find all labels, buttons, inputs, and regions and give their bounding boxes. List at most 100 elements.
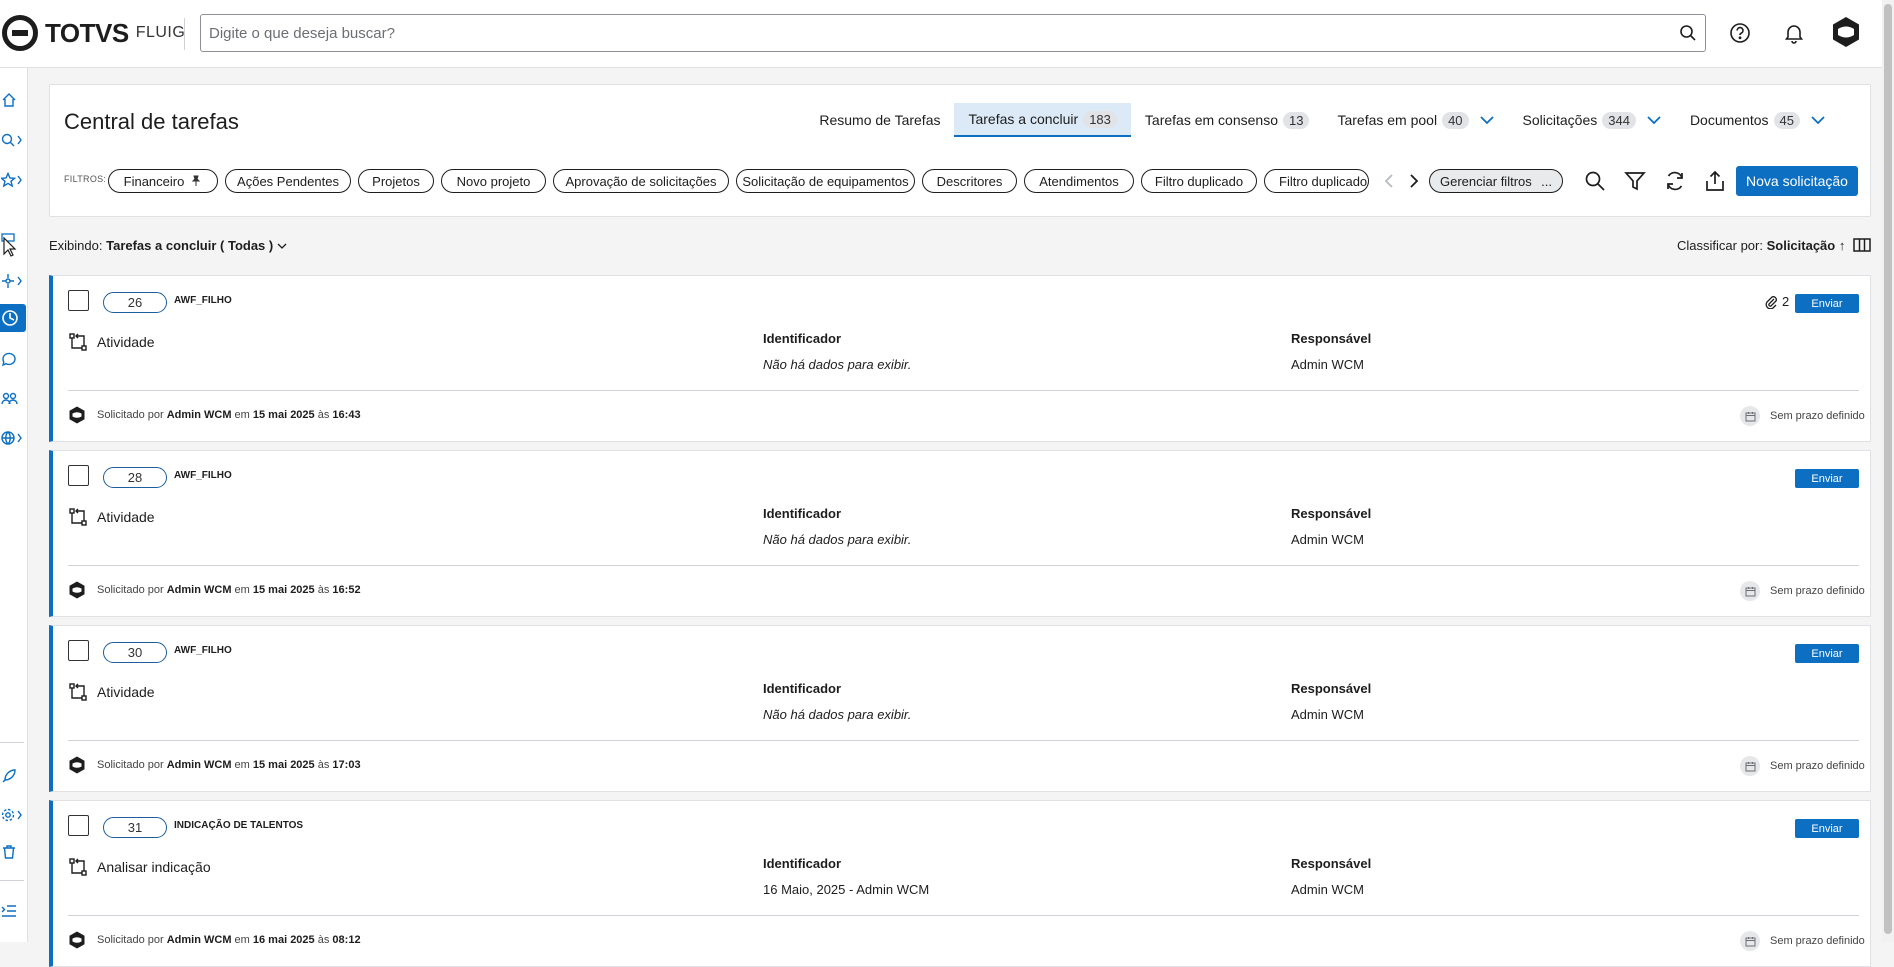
deadline-info: Sem prazo definido bbox=[1740, 406, 1865, 426]
card-divider bbox=[68, 915, 1859, 916]
identifier-header: Identificador bbox=[763, 681, 842, 696]
send-button[interactable]: Enviar bbox=[1795, 644, 1859, 663]
task-number-badge[interactable]: 30 bbox=[103, 642, 167, 663]
search-input[interactable] bbox=[209, 15, 1679, 51]
send-button[interactable]: Enviar bbox=[1795, 294, 1859, 313]
user-avatar[interactable] bbox=[1830, 16, 1862, 48]
identifier-header: Identificador bbox=[763, 331, 842, 346]
search-icon[interactable] bbox=[1679, 24, 1697, 42]
sidebar-item-settings[interactable] bbox=[0, 801, 26, 829]
sidebar-item-home[interactable] bbox=[0, 86, 26, 114]
sidebar-item-tasks[interactable] bbox=[0, 304, 26, 332]
manage-filters-button[interactable]: Gerenciar filtros ... bbox=[1429, 169, 1563, 193]
filter-icon[interactable] bbox=[1624, 170, 1646, 192]
scrollbar-thumb[interactable] bbox=[1884, 4, 1892, 934]
tab-solicitacoes[interactable]: Solicitações 344 bbox=[1509, 103, 1676, 137]
home-icon bbox=[2, 93, 16, 107]
chevron-down-icon[interactable] bbox=[1810, 115, 1826, 125]
sidebar-item-search[interactable] bbox=[0, 126, 26, 154]
bell-icon[interactable] bbox=[1781, 20, 1807, 46]
totvs-fluig-logo[interactable]: TOTVS FLUIG bbox=[2, 14, 185, 52]
sidebar-item-favorites[interactable] bbox=[0, 166, 26, 194]
filter-chip-acoes-pendentes[interactable]: Ações Pendentes bbox=[225, 169, 351, 193]
rocket-icon bbox=[2, 769, 16, 783]
identifier-value: Não há dados para exibir. bbox=[763, 707, 912, 722]
export-icon[interactable] bbox=[1704, 170, 1726, 192]
task-checkbox[interactable] bbox=[68, 815, 89, 836]
page-scrollbar[interactable] bbox=[1882, 0, 1894, 942]
deadline-info: Sem prazo definido bbox=[1740, 756, 1865, 776]
pin-icon bbox=[192, 175, 201, 186]
filter-chip-label: Novo projeto bbox=[456, 173, 531, 189]
task-number-badge[interactable]: 28 bbox=[103, 467, 167, 488]
requester-avatar bbox=[69, 931, 85, 949]
sidebar-collapse[interactable] bbox=[0, 897, 26, 925]
tab-tarefas-em-pool[interactable]: Tarefas em pool 40 bbox=[1323, 103, 1508, 137]
filter-chip-filtro-duplicado[interactable]: Filtro duplicado bbox=[1141, 169, 1257, 193]
help-icon[interactable] bbox=[1727, 20, 1753, 46]
task-card[interactable]: 28 AWF_FILHO Enviar Atividade Identifica… bbox=[49, 450, 1871, 617]
attachments-indicator[interactable]: 2 bbox=[1764, 294, 1789, 309]
chevron-down-icon[interactable] bbox=[1646, 115, 1662, 125]
chevron-left-icon[interactable] bbox=[1380, 172, 1398, 190]
task-checkbox[interactable] bbox=[68, 465, 89, 486]
brand-name: TOTVS bbox=[45, 17, 129, 48]
sidebar-item-people[interactable] bbox=[0, 384, 26, 412]
filter-chip-label: Atendimentos bbox=[1039, 173, 1119, 189]
filter-chip-solicitacao-de-equipamentos[interactable]: Solicitação de equipamentos bbox=[736, 169, 915, 193]
filter-chip-label: Ações Pendentes bbox=[237, 173, 339, 189]
sidebar-item-documents[interactable] bbox=[0, 231, 26, 259]
chevron-down-icon[interactable] bbox=[1479, 115, 1495, 125]
task-number-badge[interactable]: 31 bbox=[103, 817, 167, 838]
tasks-icon bbox=[2, 310, 18, 326]
tab-label: Tarefas a concluir bbox=[968, 111, 1079, 127]
responsible-value: Admin WCM bbox=[1291, 882, 1364, 897]
filters-label: FILTROS: bbox=[64, 174, 107, 184]
identifier-header: Identificador bbox=[763, 506, 842, 521]
deadline-label: Sem prazo definido bbox=[1770, 935, 1865, 947]
send-button[interactable]: Enviar bbox=[1795, 469, 1859, 488]
chevron-down-icon bbox=[277, 243, 287, 249]
search-icon[interactable] bbox=[1584, 170, 1606, 192]
filter-chip-financeiro[interactable]: Financeiro bbox=[108, 169, 218, 193]
filter-chip-descritores[interactable]: Descritores bbox=[922, 169, 1017, 193]
sidebar-item-workflow[interactable] bbox=[0, 267, 26, 295]
tab-label: Solicitações bbox=[1522, 112, 1598, 128]
filter-chip-atendimentos[interactable]: Atendimentos bbox=[1024, 169, 1134, 193]
activity-flow-icon bbox=[69, 858, 87, 876]
task-card[interactable]: 30 AWF_FILHO Enviar Atividade Identifica… bbox=[49, 625, 1871, 792]
refresh-icon[interactable] bbox=[1664, 170, 1686, 192]
tab-tarefas-a-concluir[interactable]: Tarefas a concluir 183 bbox=[954, 103, 1131, 137]
task-number-badge[interactable]: 26 bbox=[103, 292, 167, 313]
tab-resumo-de-tarefas[interactable]: Resumo de Tarefas bbox=[805, 103, 954, 137]
requester-avatar bbox=[69, 756, 85, 774]
filter-chip-aprovacao-de-solicitacoes[interactable]: Aprovação de solicitações bbox=[553, 169, 729, 193]
showing-selector[interactable]: Exibindo: Tarefas a concluir ( Todas ) bbox=[49, 238, 287, 253]
tab-documentos[interactable]: Documentos 45 bbox=[1676, 103, 1840, 137]
send-button[interactable]: Enviar bbox=[1795, 819, 1859, 838]
star-icon bbox=[1, 172, 22, 188]
task-card[interactable]: 26 AWF_FILHO 2 Enviar Atividade Identifi… bbox=[49, 275, 1871, 442]
task-checkbox[interactable] bbox=[68, 640, 89, 661]
request-date: 15 mai 2025 bbox=[252, 759, 315, 771]
tab-tarefas-em-consenso[interactable]: Tarefas em consenso 13 bbox=[1131, 103, 1324, 137]
deadline-info: Sem prazo definido bbox=[1740, 931, 1865, 951]
responsible-value: Admin WCM bbox=[1291, 707, 1364, 722]
new-request-button[interactable]: Nova solicitação bbox=[1736, 166, 1858, 196]
tab-count-badge: 344 bbox=[1602, 111, 1636, 129]
sidebar-item-launch[interactable] bbox=[0, 762, 26, 790]
requester-avatar bbox=[69, 581, 85, 599]
sidebar-item-communities[interactable] bbox=[0, 424, 26, 452]
requester-name: Admin WCM bbox=[166, 934, 232, 946]
filter-chip-projetos[interactable]: Projetos bbox=[358, 169, 434, 193]
filter-chip-novo-projeto[interactable]: Novo projeto bbox=[441, 169, 546, 193]
sort-selector[interactable]: Classificar por: Solicitação ↑ bbox=[1677, 238, 1845, 253]
columns-icon[interactable] bbox=[1853, 237, 1871, 253]
sidebar-item-chat[interactable] bbox=[0, 345, 26, 373]
task-checkbox[interactable] bbox=[68, 290, 89, 311]
filter-chip-label: Solicitação de equipamentos bbox=[742, 173, 909, 189]
filter-chip-filtro-duplicado-2[interactable]: Filtro duplicado - bbox=[1264, 169, 1369, 193]
chevron-right-icon[interactable] bbox=[1405, 172, 1423, 190]
sidebar-item-trash[interactable] bbox=[0, 838, 26, 866]
deadline-info: Sem prazo definido bbox=[1740, 581, 1865, 601]
